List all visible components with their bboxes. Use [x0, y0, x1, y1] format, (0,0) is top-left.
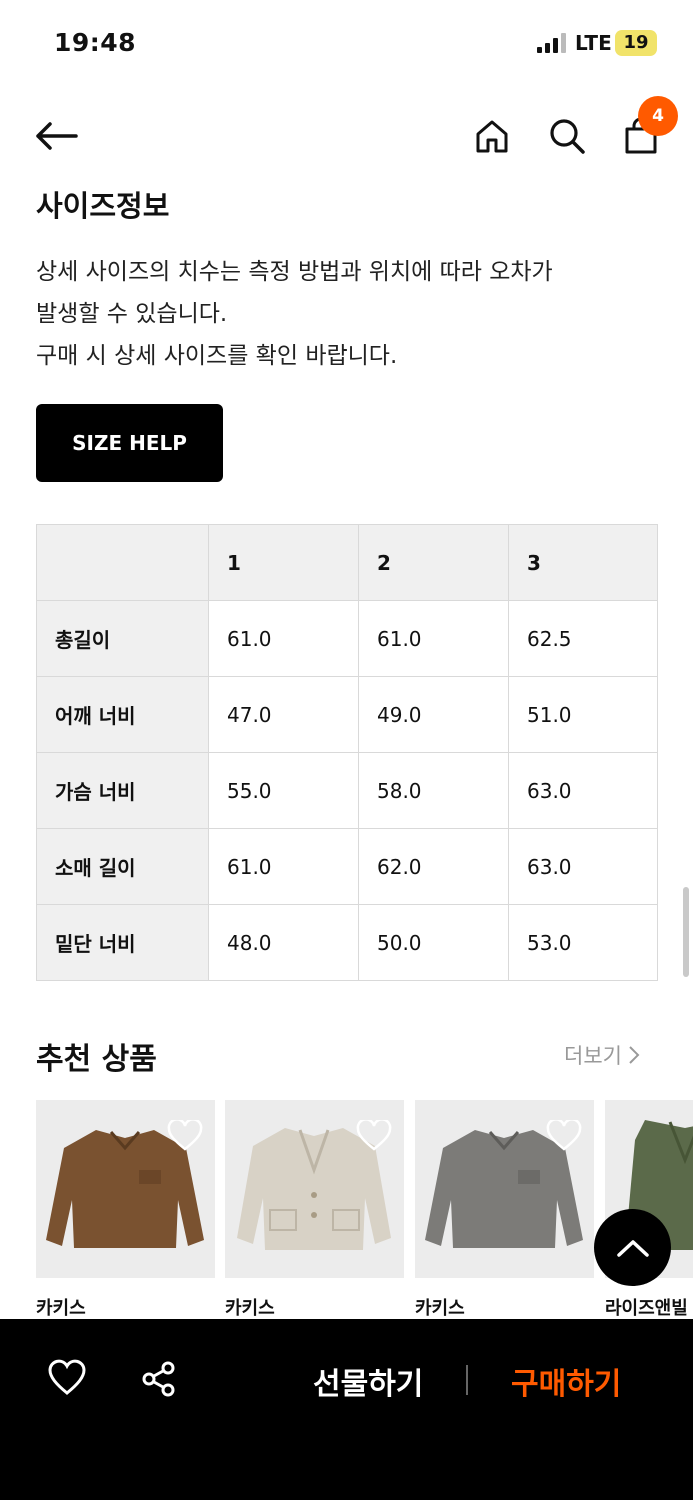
more-label: 더보기	[564, 1044, 622, 1068]
table-cell: 63.0	[508, 828, 658, 905]
table-cell: 47.0	[208, 676, 359, 753]
size-info-description: 상세 사이즈의 치수는 측정 방법과 위치에 따라 오차가 발생할 수 있습니다…	[36, 251, 666, 377]
row-label: 소매 길이	[36, 828, 209, 905]
gift-button[interactable]: 선물하기	[313, 1359, 423, 1403]
share-icon	[142, 1361, 175, 1397]
home-icon	[476, 120, 508, 153]
product-card[interactable]: 카키스	[415, 1100, 594, 1320]
product-card[interactable]: 카키스	[36, 1100, 215, 1320]
network-label: LTE	[575, 31, 612, 55]
signal-icon	[537, 33, 567, 53]
like-button[interactable]	[47, 1359, 87, 1401]
table-cell: 50.0	[358, 904, 509, 981]
back-button[interactable]	[32, 112, 80, 160]
size-help-button[interactable]: SIZE HELP	[36, 404, 223, 482]
table-row: 가슴 너비 55.0 58.0 63.0	[36, 752, 658, 829]
table-cell: 62.5	[508, 600, 658, 677]
divider	[466, 1365, 468, 1395]
wishlist-heart-icon[interactable]	[167, 1120, 203, 1152]
product-brand: 라이즈앤빌	[605, 1298, 688, 1319]
product-carousel[interactable]: 카키스 카키스 카키스 라이즈앤빌	[36, 1100, 693, 1320]
table-cell: 53.0	[508, 904, 658, 981]
search-icon	[550, 119, 585, 154]
search-button[interactable]	[543, 112, 591, 160]
table-row: 어깨 너비 47.0 49.0 51.0	[36, 676, 658, 753]
description-line: 발생할 수 있습니다.	[36, 301, 228, 327]
product-brand: 카키스	[415, 1298, 465, 1319]
table-cell: 61.0	[358, 600, 509, 677]
home-button[interactable]	[468, 112, 516, 160]
wishlist-heart-icon[interactable]	[356, 1120, 392, 1152]
row-label: 총길이	[36, 600, 209, 677]
row-label: 밑단 너비	[36, 904, 209, 981]
product-card[interactable]: 카키스	[225, 1100, 404, 1320]
table-row: 소매 길이 61.0 62.0 63.0	[36, 828, 658, 905]
scrollbar[interactable]	[683, 887, 689, 977]
table-row: 밑단 너비 48.0 50.0 53.0	[36, 904, 658, 981]
product-brand: 카키스	[36, 1298, 86, 1319]
table-cell: 61.0	[208, 828, 359, 905]
bottom-action-bar: 선물하기 구매하기	[0, 1319, 693, 1500]
table-cell: 51.0	[508, 676, 658, 753]
table-cell: 62.0	[358, 828, 509, 905]
table-header-cell: 2	[358, 524, 509, 601]
description-line: 상세 사이즈의 치수는 측정 방법과 위치에 따라 오차가	[36, 259, 553, 285]
table-header-cell: 3	[508, 524, 658, 601]
status-bar: 19:48 LTE 19	[0, 0, 693, 90]
product-card[interactable]: 라이즈앤빌	[605, 1100, 693, 1320]
back-arrow-icon	[36, 122, 78, 150]
scroll-to-top-button[interactable]	[594, 1209, 671, 1286]
table-cell: 58.0	[358, 752, 509, 829]
status-time: 19:48	[54, 28, 137, 57]
description-line: 구매 시 상세 사이즈를 확인 바랍니다.	[36, 343, 398, 369]
product-image	[415, 1100, 594, 1278]
table-cell: 63.0	[508, 752, 658, 829]
top-navigation	[0, 100, 693, 176]
product-brand: 카키스	[225, 1298, 275, 1319]
row-label: 어깨 너비	[36, 676, 209, 753]
table-cell: 48.0	[208, 904, 359, 981]
table-header-cell: 1	[208, 524, 359, 601]
share-button[interactable]	[139, 1359, 179, 1403]
recommend-title: 추천 상품	[36, 1042, 157, 1077]
size-info-title: 사이즈정보	[36, 189, 170, 223]
chevron-up-icon	[616, 1239, 649, 1257]
size-table: 1 2 3 총길이 61.0 61.0 62.5 어깨 너비 47.0 49.0…	[36, 524, 658, 981]
row-label: 가슴 너비	[36, 752, 209, 829]
product-image	[36, 1100, 215, 1278]
product-image	[225, 1100, 404, 1278]
table-cell: 61.0	[208, 600, 359, 677]
chevron-right-icon	[629, 1046, 640, 1064]
more-link[interactable]: 더보기	[564, 1040, 640, 1070]
table-header-cell	[36, 524, 209, 601]
table-cell: 55.0	[208, 752, 359, 829]
cart-count-badge: 4	[638, 96, 678, 136]
heart-icon	[48, 1359, 86, 1395]
battery-icon: 19	[615, 30, 657, 56]
buy-button[interactable]: 구매하기	[511, 1359, 621, 1403]
table-row: 총길이 61.0 61.0 62.5	[36, 600, 658, 677]
wishlist-heart-icon[interactable]	[546, 1120, 582, 1152]
table-cell: 49.0	[358, 676, 509, 753]
table-header-row: 1 2 3	[36, 524, 658, 601]
